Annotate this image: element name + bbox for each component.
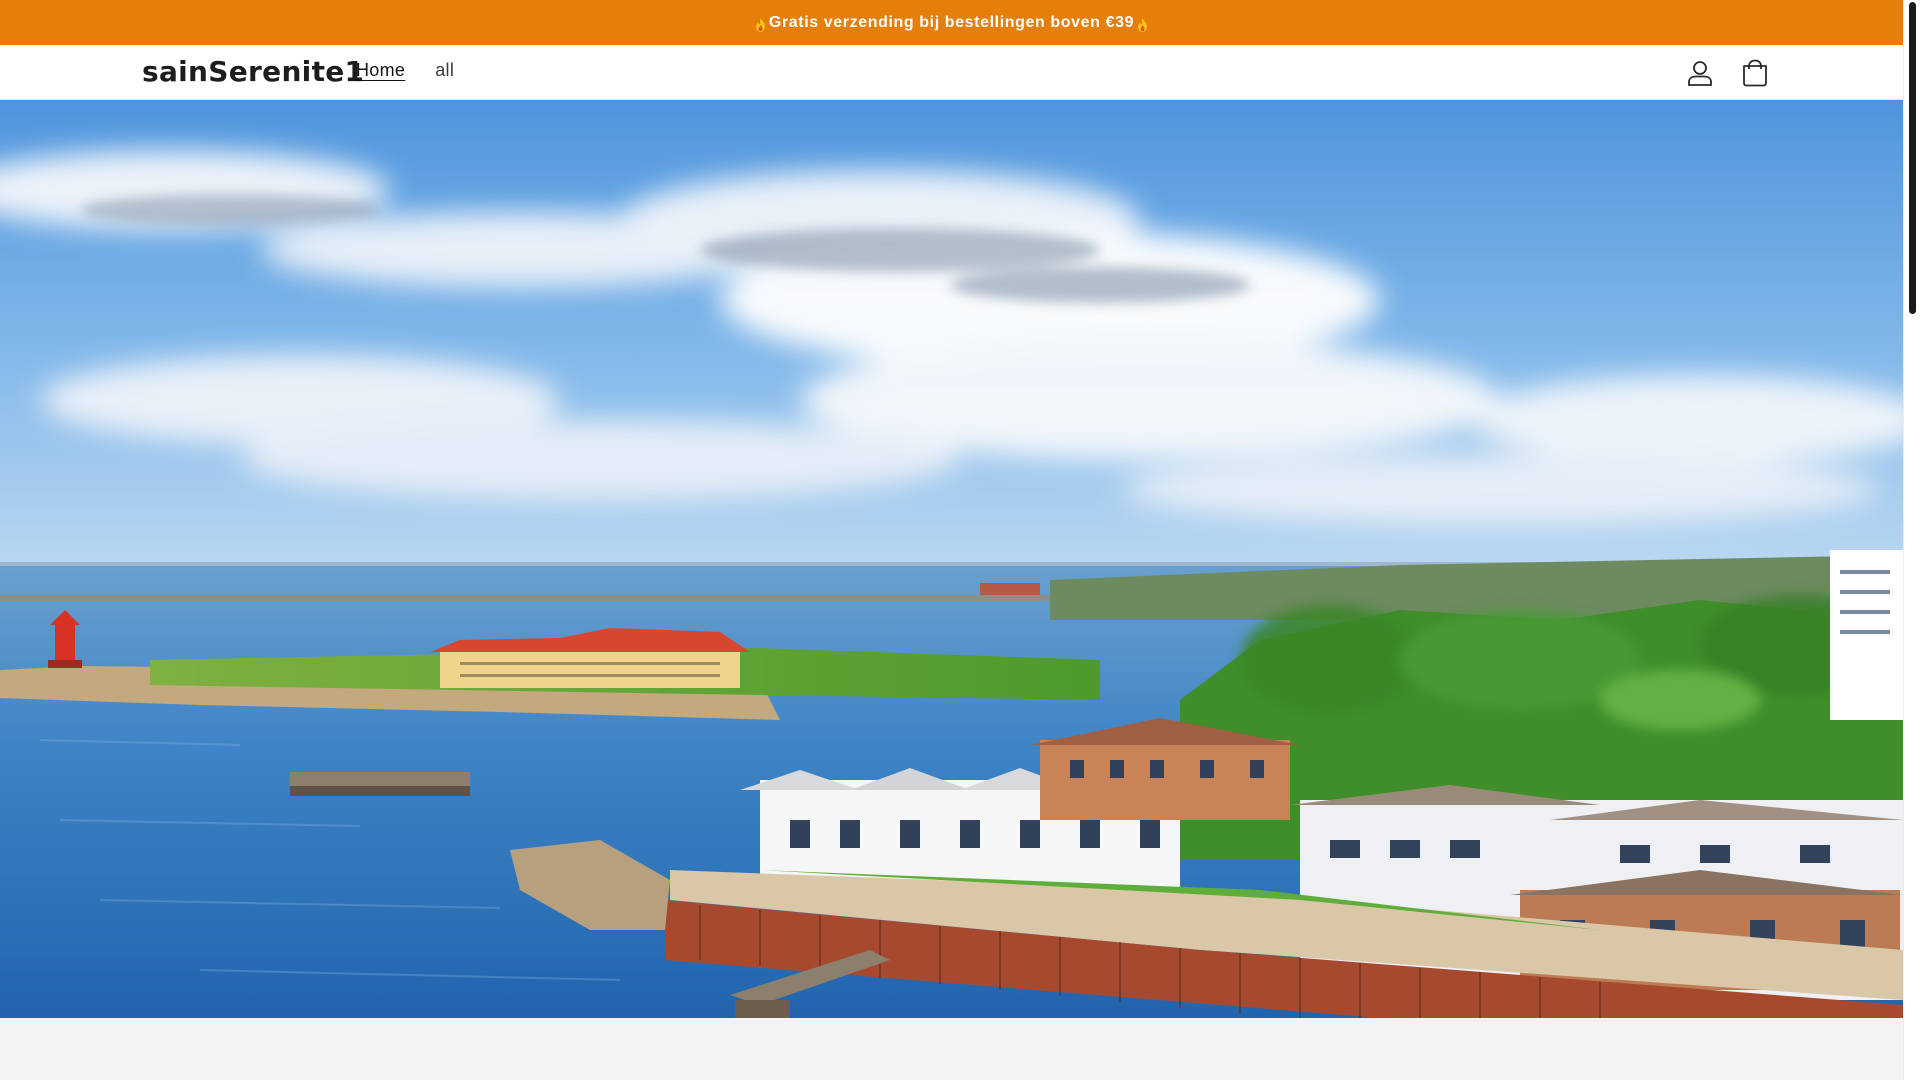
coastal-harbour-town-image — [0, 100, 1903, 1018]
announcement-text: Gratis verzending bij bestellingen boven… — [768, 13, 1135, 31]
account-button[interactable] — [1682, 55, 1718, 91]
page-scrollbar[interactable] — [1903, 0, 1920, 1080]
nav-link-all[interactable]: all — [435, 60, 454, 81]
main-nav: Home all — [356, 60, 454, 81]
flame-icon — [1137, 17, 1148, 32]
scrollbar-thumb[interactable] — [1909, 2, 1916, 314]
page: Gratis verzending bij bestellingen boven… — [0, 0, 1903, 1080]
site-header: sainSerenite1 Home all — [0, 45, 1903, 100]
cart-button[interactable] — [1737, 55, 1773, 91]
nav-link-home[interactable]: Home — [356, 60, 405, 81]
flame-icon — [755, 17, 766, 32]
account-icon — [1688, 61, 1712, 86]
store-logo[interactable]: sainSerenite1 — [142, 55, 364, 88]
next-section — [0, 1018, 1903, 1080]
announcement-bar: Gratis verzending bij bestellingen boven… — [0, 0, 1903, 45]
cart-icon — [1743, 59, 1767, 87]
hero-banner — [0, 100, 1903, 1018]
